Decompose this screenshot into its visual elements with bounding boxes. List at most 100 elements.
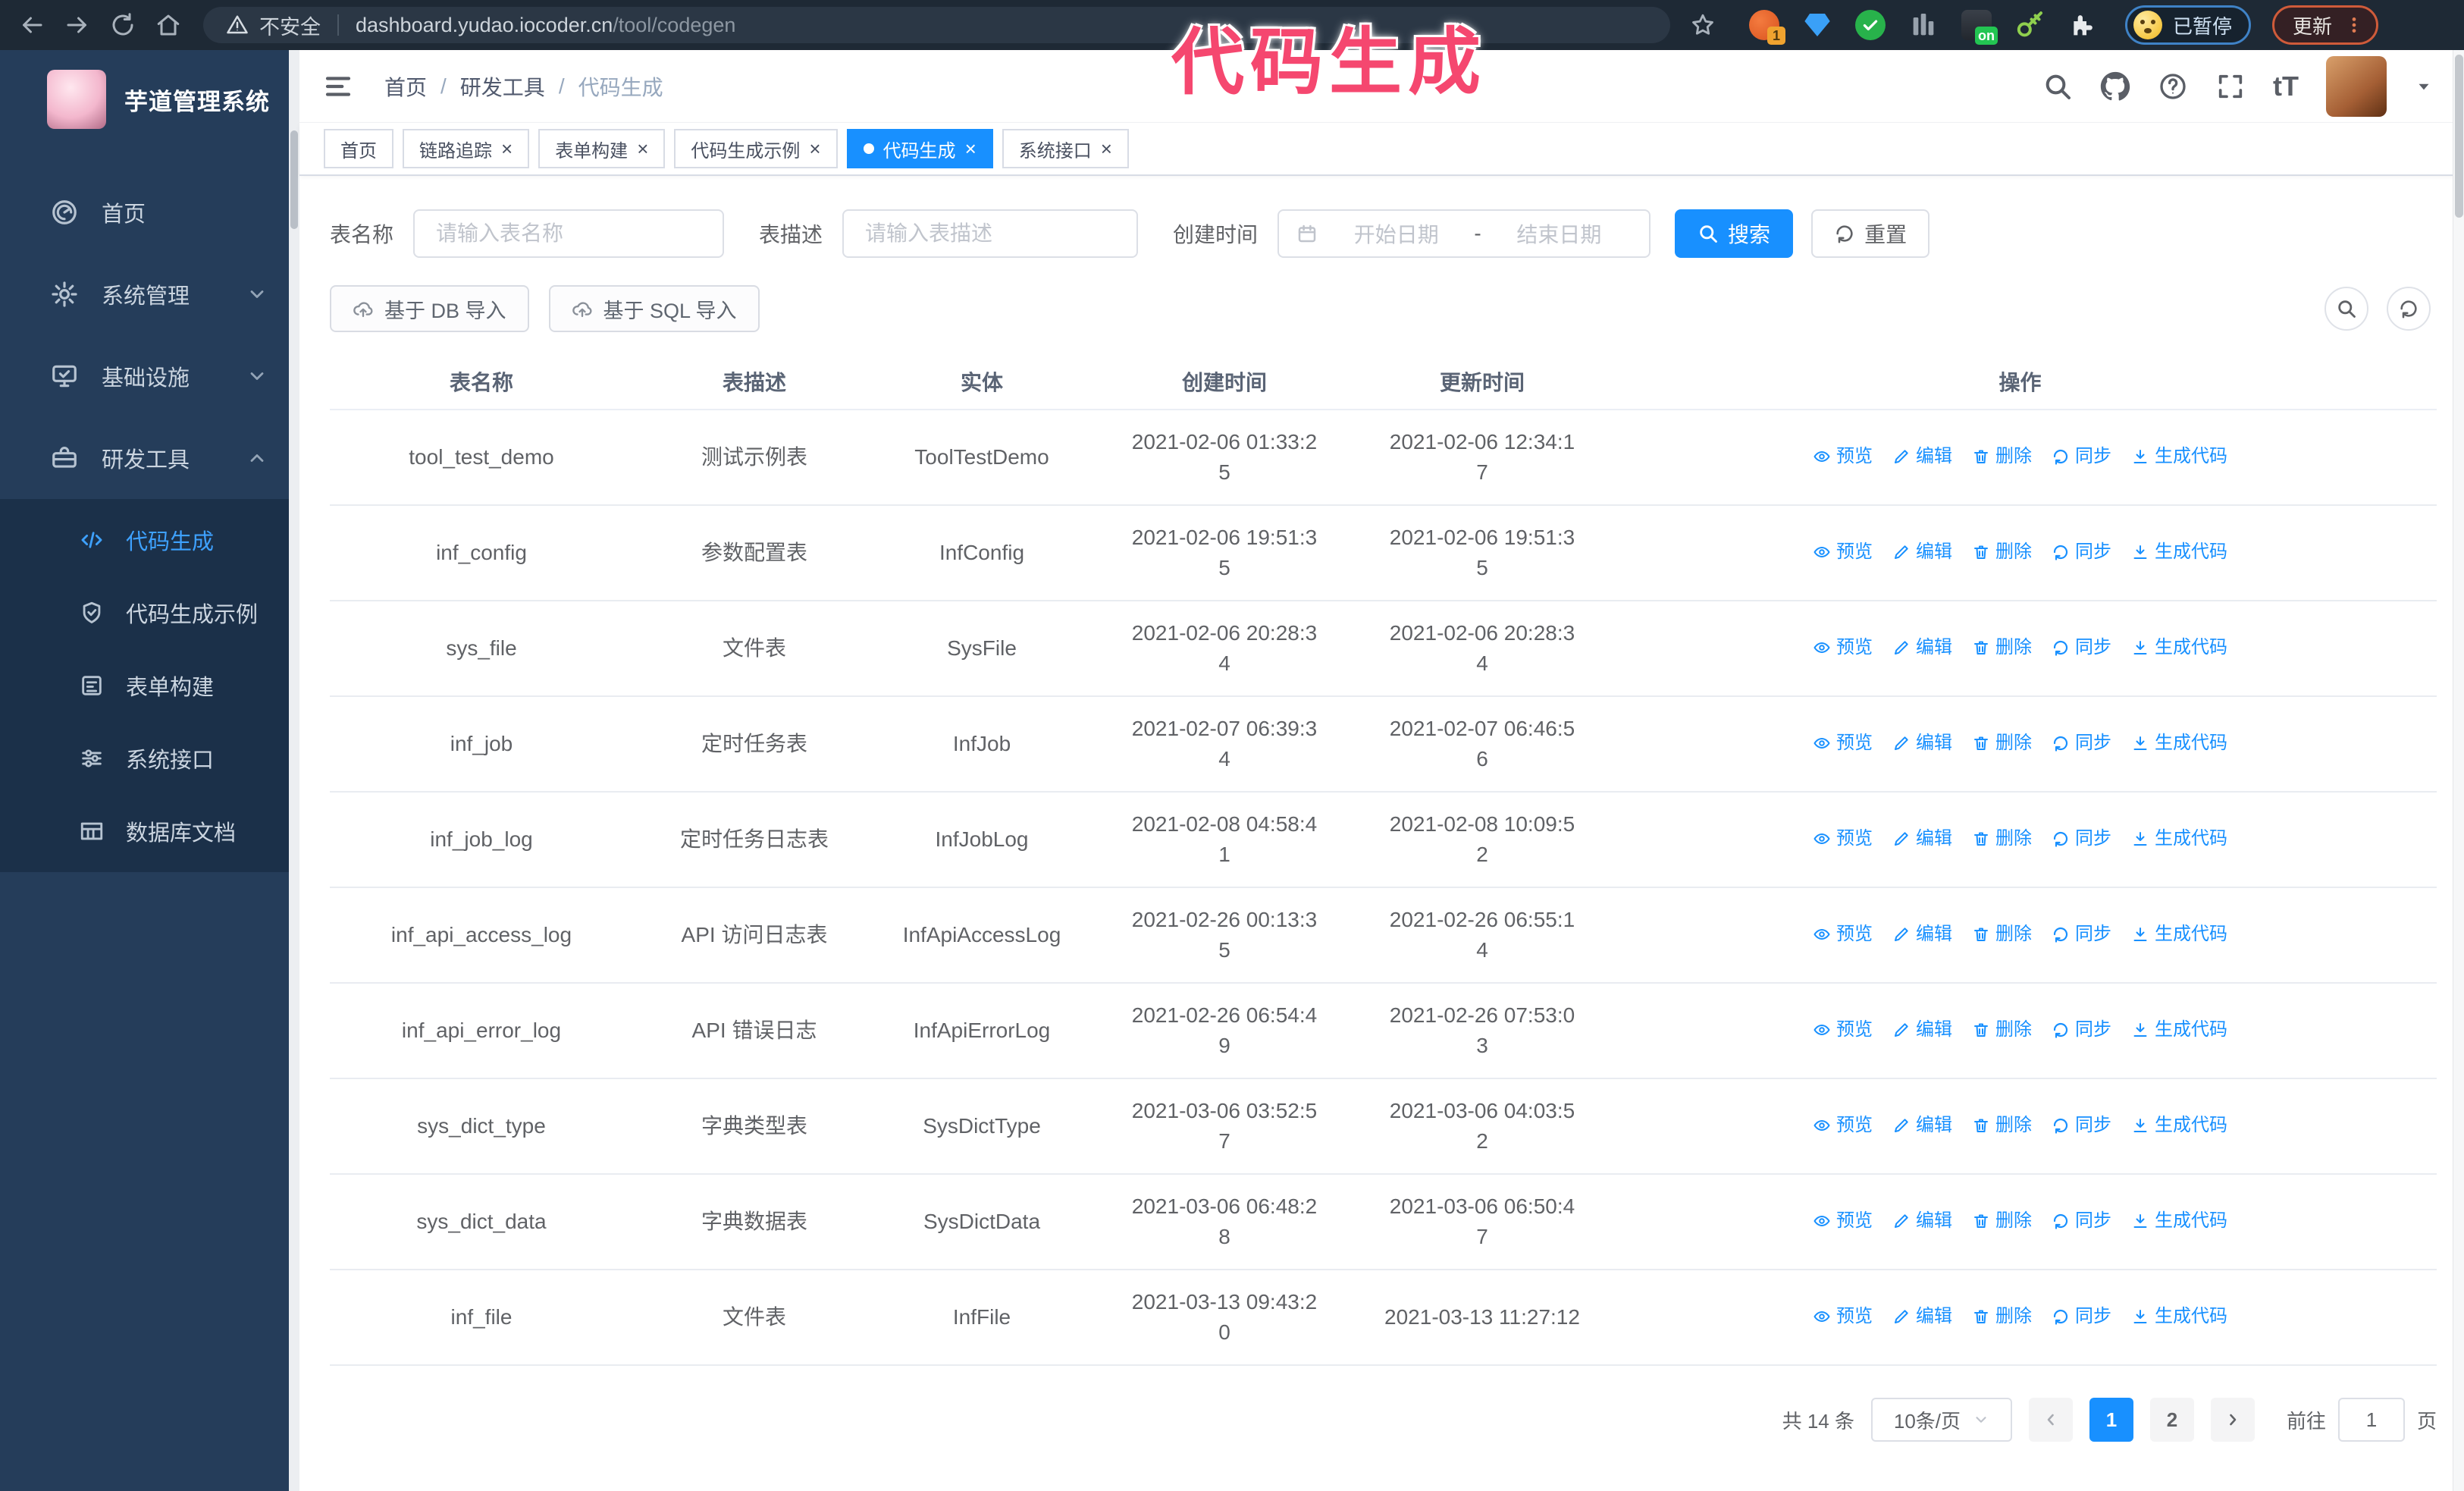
- generate-code-link[interactable]: 生成代码: [2131, 824, 2227, 854]
- edit-link[interactable]: 编辑: [1892, 728, 1952, 758]
- sidebar-item-infra[interactable]: 基础设施: [0, 335, 299, 417]
- preview-link[interactable]: 预览: [1813, 919, 1873, 950]
- generate-code-link[interactable]: 生成代码: [2131, 632, 2227, 663]
- browser-forward-icon[interactable]: [64, 11, 91, 39]
- sidebar-item-form-builder[interactable]: 表单构建: [0, 649, 299, 722]
- generate-code-link[interactable]: 生成代码: [2131, 441, 2227, 472]
- goto-page-input[interactable]: [2337, 1398, 2405, 1442]
- preview-link[interactable]: 预览: [1813, 824, 1873, 854]
- generate-code-link[interactable]: 生成代码: [2131, 1110, 2227, 1141]
- tab-form-builder[interactable]: 表单构建 ×: [538, 129, 666, 168]
- extension-switch-icon[interactable]: on: [1961, 10, 1998, 45]
- font-size-icon[interactable]: tT: [2273, 71, 2299, 102]
- generate-code-link[interactable]: 生成代码: [2131, 919, 2227, 950]
- delete-link[interactable]: 删除: [1972, 632, 2032, 663]
- reset-button[interactable]: 重置: [1811, 209, 1930, 258]
- preview-link[interactable]: 预览: [1813, 441, 1873, 472]
- preview-link[interactable]: 预览: [1813, 1110, 1873, 1141]
- table-desc-input[interactable]: [842, 209, 1139, 258]
- delete-link[interactable]: 删除: [1972, 1301, 2032, 1332]
- preview-link[interactable]: 预览: [1813, 1301, 1873, 1332]
- edit-link[interactable]: 编辑: [1892, 1206, 1952, 1236]
- breadcrumb-home[interactable]: 首页: [384, 71, 427, 102]
- tab-home[interactable]: 首页: [324, 129, 393, 168]
- user-avatar[interactable]: [2326, 55, 2387, 117]
- delete-link[interactable]: 删除: [1972, 728, 2032, 758]
- sync-link[interactable]: 同步: [2052, 1301, 2111, 1332]
- refresh-table-button[interactable]: [2387, 287, 2431, 331]
- caret-down-icon[interactable]: [2414, 77, 2434, 96]
- date-range-picker[interactable]: 开始日期 - 结束日期: [1277, 209, 1651, 258]
- delete-link[interactable]: 删除: [1972, 1110, 2032, 1141]
- preview-link[interactable]: 预览: [1813, 728, 1873, 758]
- tab-close-icon[interactable]: ×: [965, 139, 977, 159]
- browser-reload-icon[interactable]: [109, 11, 136, 39]
- import-db-button[interactable]: 基于 DB 导入: [330, 285, 529, 332]
- extension-gem-icon[interactable]: [1802, 10, 1832, 40]
- sidebar-item-home[interactable]: 首页: [0, 171, 299, 253]
- sync-link[interactable]: 同步: [2052, 537, 2111, 567]
- tab-close-icon[interactable]: ×: [1101, 139, 1112, 159]
- sync-link[interactable]: 同步: [2052, 1015, 2111, 1045]
- edit-link[interactable]: 编辑: [1892, 537, 1952, 567]
- sidebar-item-system-api[interactable]: 系统接口: [0, 722, 299, 795]
- delete-link[interactable]: 删除: [1972, 537, 2032, 567]
- sync-link[interactable]: 同步: [2052, 441, 2111, 472]
- tab-codegen-example[interactable]: 代码生成示例 ×: [674, 129, 838, 168]
- browser-back-icon[interactable]: [18, 11, 45, 39]
- browser-home-icon[interactable]: [155, 11, 182, 39]
- bookmark-star-icon[interactable]: [1690, 12, 1716, 38]
- help-icon[interactable]: [2158, 71, 2188, 102]
- extensions-puzzle-icon[interactable]: [2067, 10, 2098, 40]
- sidebar-item-devtools[interactable]: 研发工具: [0, 417, 299, 499]
- fullscreen-icon[interactable]: [2215, 71, 2246, 102]
- page-scrollbar-thumb[interactable]: [2455, 55, 2463, 218]
- import-sql-button[interactable]: 基于 SQL 导入: [548, 285, 760, 332]
- prev-page-button[interactable]: [2028, 1398, 2073, 1442]
- delete-link[interactable]: 删除: [1972, 1206, 2032, 1236]
- sidebar-item-system[interactable]: 系统管理: [0, 253, 299, 335]
- page-size-select[interactable]: 10条/页: [1870, 1398, 2012, 1442]
- edit-link[interactable]: 编辑: [1892, 1015, 1952, 1045]
- edit-link[interactable]: 编辑: [1892, 441, 1952, 472]
- edit-link[interactable]: 编辑: [1892, 1110, 1952, 1141]
- tab-close-icon[interactable]: ×: [809, 139, 820, 159]
- sync-link[interactable]: 同步: [2052, 1206, 2111, 1236]
- page-button-1[interactable]: 1: [2089, 1398, 2133, 1442]
- tab-tracing[interactable]: 链路追踪 ×: [403, 129, 530, 168]
- sync-link[interactable]: 同步: [2052, 919, 2111, 950]
- edit-link[interactable]: 编辑: [1892, 824, 1952, 854]
- generate-code-link[interactable]: 生成代码: [2131, 1015, 2227, 1045]
- sync-link[interactable]: 同步: [2052, 632, 2111, 663]
- hamburger-icon[interactable]: [322, 71, 354, 102]
- edit-link[interactable]: 编辑: [1892, 1301, 1952, 1332]
- github-icon[interactable]: [2100, 71, 2130, 102]
- tab-system-api[interactable]: 系统接口 ×: [1002, 129, 1129, 168]
- preview-link[interactable]: 预览: [1813, 1206, 1873, 1236]
- breadcrumb-devtools[interactable]: 研发工具: [460, 71, 545, 102]
- toggle-search-button[interactable]: [2324, 287, 2368, 331]
- preview-link[interactable]: 预览: [1813, 1015, 1873, 1045]
- generate-code-link[interactable]: 生成代码: [2131, 1301, 2227, 1332]
- sidebar-item-codegen-example[interactable]: 代码生成示例: [0, 576, 299, 649]
- delete-link[interactable]: 删除: [1972, 919, 2032, 950]
- tab-close-icon[interactable]: ×: [637, 139, 648, 159]
- extension-check-icon[interactable]: [1855, 10, 1886, 40]
- generate-code-link[interactable]: 生成代码: [2131, 537, 2227, 567]
- sync-link[interactable]: 同步: [2052, 1110, 2111, 1141]
- page-scrollbar[interactable]: [2453, 50, 2464, 1491]
- delete-link[interactable]: 删除: [1972, 824, 2032, 854]
- extension-ublock-icon[interactable]: 1: [1749, 10, 1785, 45]
- edit-link[interactable]: 编辑: [1892, 919, 1952, 950]
- sidebar-item-db-doc[interactable]: 数据库文档: [0, 795, 299, 868]
- search-button[interactable]: 搜索: [1675, 209, 1794, 258]
- address-bar[interactable]: 不安全 dashboard.yudao.iocoder.cn/tool/code…: [203, 7, 1670, 43]
- sidebar-item-codegen[interactable]: 代码生成: [0, 504, 299, 576]
- browser-profile-chip[interactable]: 已暂停: [2125, 5, 2252, 45]
- tab-codegen[interactable]: 代码生成 ×: [846, 129, 993, 168]
- sync-link[interactable]: 同步: [2052, 728, 2111, 758]
- table-name-input[interactable]: [413, 209, 725, 258]
- page-button-2[interactable]: 2: [2149, 1398, 2194, 1442]
- generate-code-link[interactable]: 生成代码: [2131, 1206, 2227, 1236]
- sync-link[interactable]: 同步: [2052, 824, 2111, 854]
